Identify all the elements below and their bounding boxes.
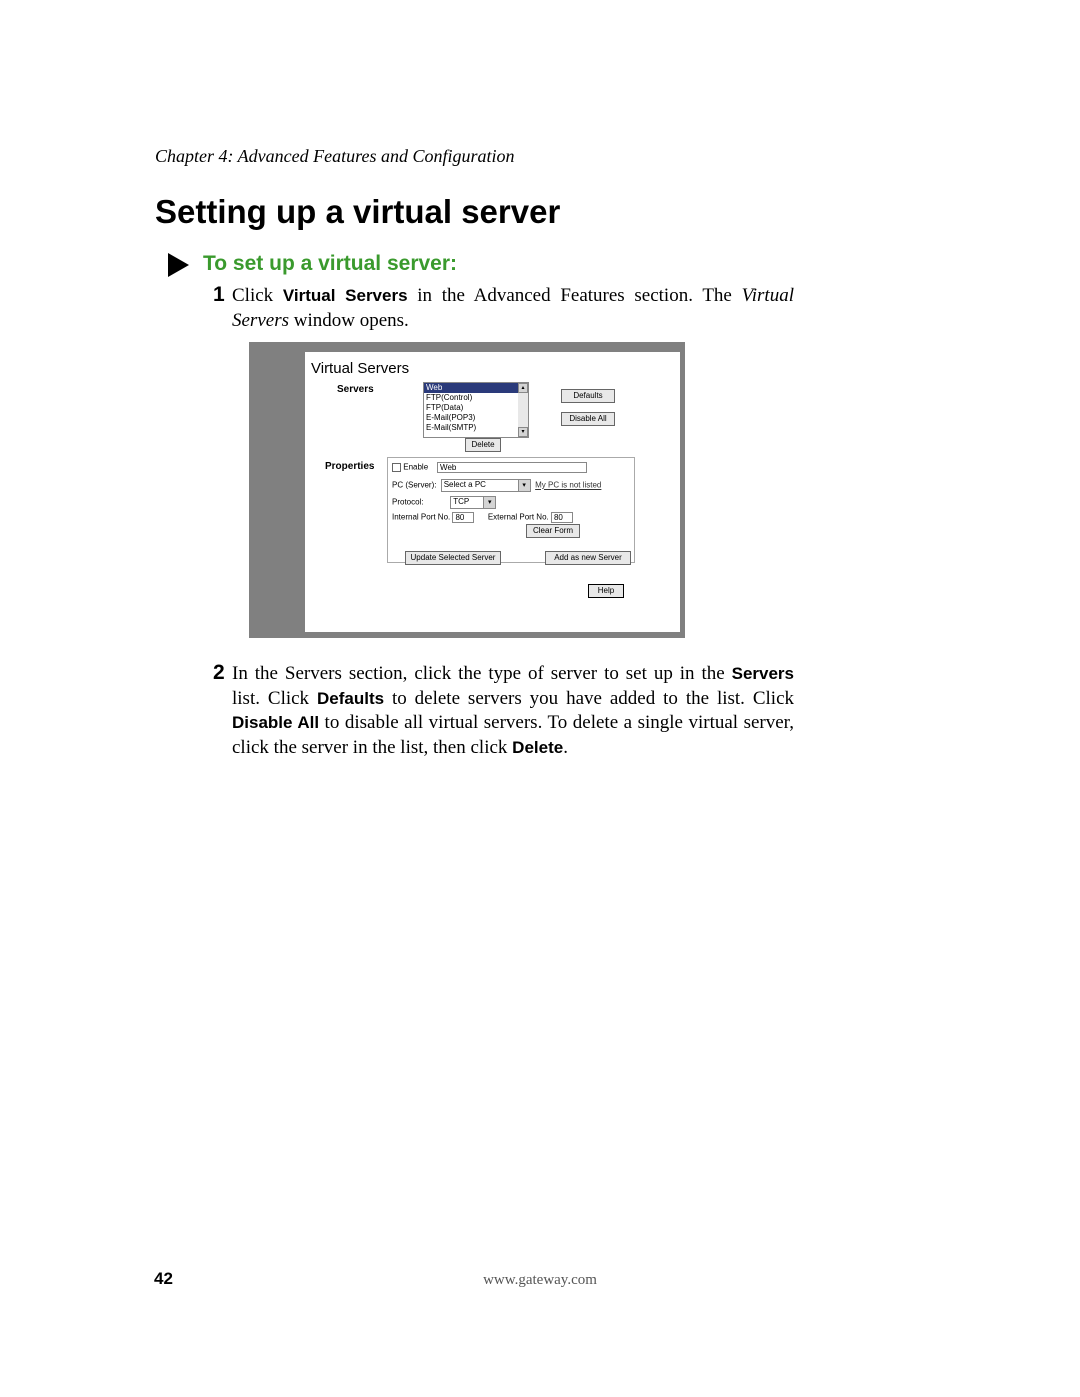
list-item[interactable]: FTP(Control): [424, 393, 528, 403]
t: .: [563, 737, 568, 758]
defaults-button[interactable]: Defaults: [561, 389, 615, 403]
servers-listbox[interactable]: Web FTP(Control) FTP(Data) E-Mail(POP3) …: [423, 382, 529, 438]
add-as-new-server-button[interactable]: Add as new Server: [545, 551, 631, 565]
bold-delete: Delete: [512, 738, 563, 757]
play-arrow-icon: [168, 253, 189, 277]
my-pc-not-listed-link[interactable]: My PC is not listed: [535, 481, 601, 490]
help-button[interactable]: Help: [588, 584, 624, 598]
protocol-label: Protocol:: [392, 498, 424, 507]
bold-servers: Servers: [732, 664, 794, 683]
t: In the Servers section, click the type o…: [232, 663, 732, 684]
pc-server-label: PC (Server):: [392, 481, 436, 490]
step1-text: Click Virtual Servers in the Advanced Fe…: [232, 284, 794, 333]
external-port-input[interactable]: 80: [551, 512, 573, 523]
t: list. Click: [232, 688, 317, 709]
step1-tail: window opens.: [289, 310, 409, 331]
pc-server-select[interactable]: Select a PC: [441, 479, 531, 492]
internal-port-label: Internal Port No.: [392, 513, 450, 522]
enable-label: Enable: [403, 463, 428, 472]
step-number-1: 1: [213, 283, 225, 307]
enable-value-input[interactable]: Web: [437, 462, 587, 473]
step1-lead: Click: [232, 285, 283, 306]
properties-label: Properties: [325, 461, 374, 472]
update-selected-server-button[interactable]: Update Selected Server: [405, 551, 501, 565]
bold-disable-all: Disable All: [232, 713, 319, 732]
internal-port-input[interactable]: 80: [452, 512, 474, 523]
clear-form-button[interactable]: Clear Form: [526, 524, 580, 538]
scroll-down-icon[interactable]: ▾: [518, 427, 528, 437]
bold-defaults: Defaults: [317, 689, 384, 708]
list-item[interactable]: FTP(Data): [424, 403, 528, 413]
screenshot-panel: Virtual Servers Servers Web FTP(Control)…: [305, 352, 680, 632]
properties-box: Enable Web PC (Server): Select a PC My P…: [387, 457, 635, 563]
list-item[interactable]: E-Mail(SMTP): [424, 423, 528, 433]
scrollbar[interactable]: ▴ ▾: [518, 383, 528, 437]
t: to delete servers you have added to the …: [384, 688, 794, 709]
disable-all-button[interactable]: Disable All: [561, 412, 615, 426]
list-item[interactable]: Web: [424, 383, 528, 393]
panel-title: Virtual Servers: [311, 360, 409, 377]
scroll-up-icon[interactable]: ▴: [518, 383, 528, 393]
delete-button[interactable]: Delete: [465, 438, 501, 452]
page-number: 42: [154, 1269, 173, 1289]
external-port-label: External Port No.: [488, 513, 549, 522]
step-number-2: 2: [213, 661, 225, 685]
list-item[interactable]: E-Mail(POP3): [424, 413, 528, 423]
protocol-select[interactable]: TCP: [450, 496, 496, 509]
servers-label: Servers: [337, 384, 374, 395]
bold-virtual-servers: Virtual Servers: [283, 286, 408, 305]
section-title: Setting up a virtual server: [155, 193, 560, 231]
chapter-header: Chapter 4: Advanced Features and Configu…: [155, 146, 514, 167]
virtual-servers-screenshot: Virtual Servers Servers Web FTP(Control)…: [249, 342, 685, 638]
step2-text: In the Servers section, click the type o…: [232, 662, 794, 761]
procedure-heading: To set up a virtual server:: [203, 252, 457, 276]
enable-checkbox[interactable]: [392, 463, 401, 472]
step1-mid: in the Advanced Features section. The: [408, 285, 742, 306]
